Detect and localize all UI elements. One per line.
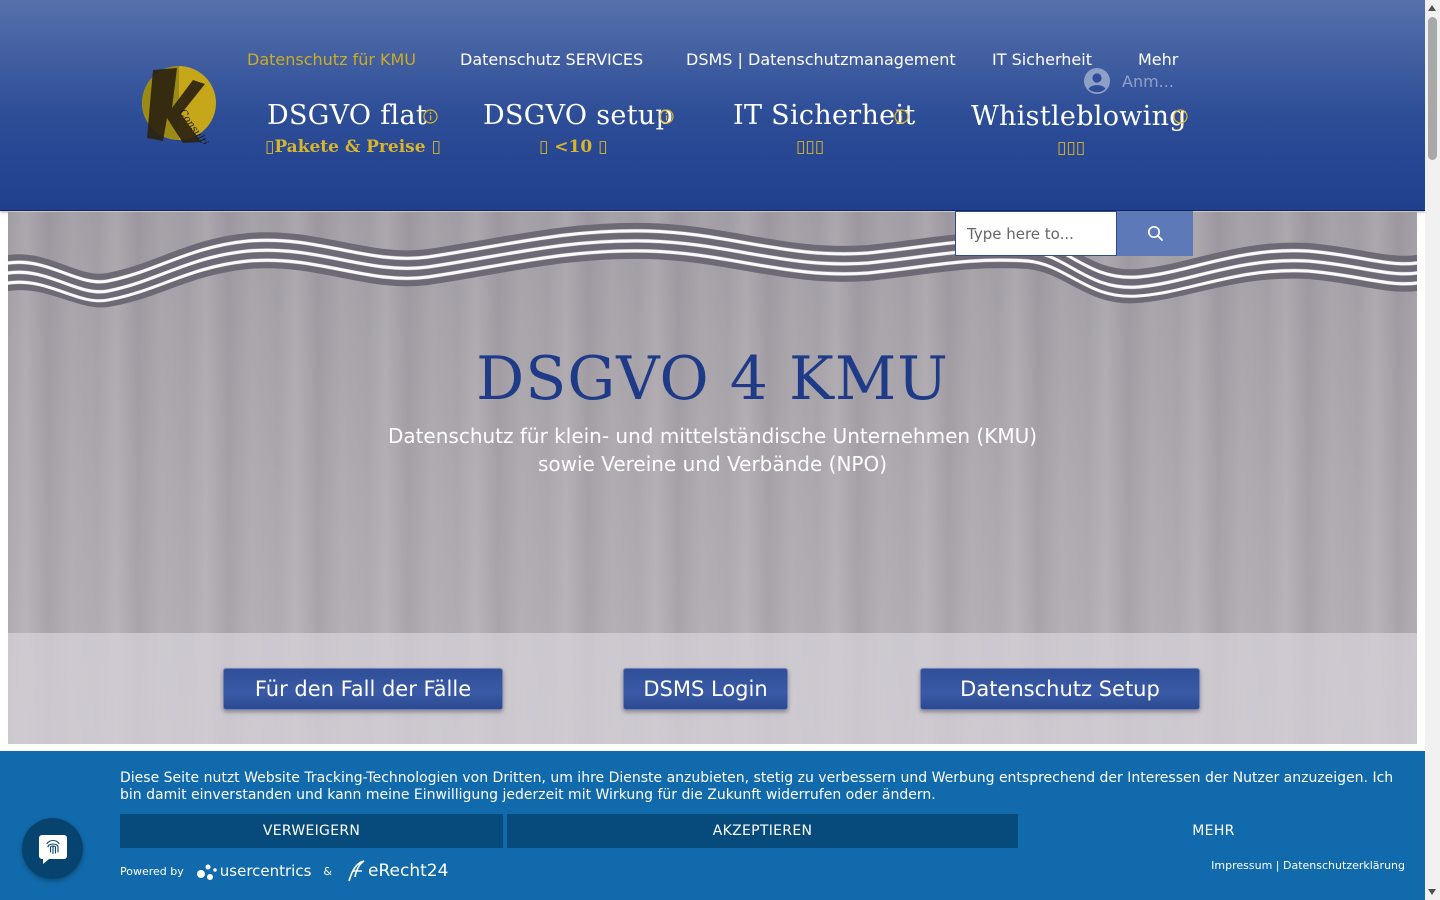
site-header: Consulting Datenschutz für KMU Datenschu… xyxy=(0,0,1425,211)
hero-subtitle-line1: Datenschutz für klein- und mittelständis… xyxy=(387,424,1038,448)
nav-item-datenschutz-services[interactable]: Datenschutz SERVICES xyxy=(460,50,643,69)
powered-by: Powered by usercentrics & eRecht24 xyxy=(120,859,448,883)
package-whistleblowing[interactable]: Whistleblowing ▯▯▯ xyxy=(969,100,1199,158)
privacy-settings-button[interactable] xyxy=(22,818,83,879)
package-title: IT Sicherheit xyxy=(733,100,916,131)
scroll-up-arrow-icon[interactable] xyxy=(1428,5,1436,11)
nav-item-datenschutz-kmu[interactable]: Datenschutz für KMU xyxy=(247,50,416,69)
hero-section: DSGVO 4 KMU Datenschutz für klein- und m… xyxy=(8,212,1417,744)
glyph-box-icon: ▯ xyxy=(598,137,608,157)
package-subtitle: ▯ <10 ▯ xyxy=(539,137,608,157)
glyph-box-icon: ▯ xyxy=(265,137,275,157)
scrollbar-thumb[interactable] xyxy=(1428,17,1437,160)
package-dsgvo-setup[interactable]: DSGVO setup ▯ <10 ▯ xyxy=(481,100,691,157)
powered-by-label: Powered by xyxy=(120,864,184,878)
cta-fall-der-faelle-button[interactable]: Für den Fall der Fälle xyxy=(223,668,503,710)
glyph-box-icon: ▯ xyxy=(539,137,549,157)
erecht24-logo[interactable]: eRecht24 xyxy=(346,859,448,883)
cookie-more-button[interactable]: MEHR xyxy=(1022,814,1405,848)
legal-links: Impressum | Datenschutzerklärung xyxy=(1211,859,1405,872)
erecht24-icon xyxy=(348,860,365,882)
usercentrics-icon xyxy=(196,864,217,880)
glyph-box-icon: ▯ xyxy=(431,137,441,157)
info-icon[interactable] xyxy=(894,109,909,124)
login-button[interactable]: Anm... xyxy=(1084,66,1174,96)
package-subtitle: ▯▯▯ xyxy=(731,137,921,157)
cookie-banner: Diese Seite nutzt Website Tracking-Techn… xyxy=(0,751,1425,900)
search-icon xyxy=(1147,225,1163,241)
cookie-text: Diese Seite nutzt Website Tracking-Techn… xyxy=(120,770,1394,803)
user-avatar-icon xyxy=(1084,68,1110,94)
package-subtitle: ▯▯▯ xyxy=(969,138,1199,158)
page: Consulting Datenschutz für KMU Datenschu… xyxy=(0,0,1440,900)
usercentrics-label: usercentrics xyxy=(219,862,312,880)
company-logo[interactable]: Consulting xyxy=(139,64,219,144)
nav-item-dsms[interactable]: DSMS | Datenschutzmanagement xyxy=(686,50,956,69)
nav-item-it-sicherheit[interactable]: IT Sicherheit xyxy=(992,50,1092,69)
package-subtitle: ▯Pakete & Preise ▯ xyxy=(265,137,441,157)
scroll-down-arrow-icon[interactable] xyxy=(1428,889,1436,895)
search-input[interactable] xyxy=(955,211,1117,256)
erecht24-label: eRecht24 xyxy=(368,861,449,881)
hero-subtitle-line2: sowie Vereine und Verbände (NPO) xyxy=(537,452,888,476)
decorative-waves xyxy=(8,222,1417,308)
package-title: Whistleblowing xyxy=(971,101,1187,132)
privacy-link[interactable]: Datenschutzerklärung xyxy=(1283,859,1405,872)
scrollbar[interactable] xyxy=(1425,0,1440,900)
login-label: Anm... xyxy=(1122,71,1174,91)
usercentrics-logo[interactable]: usercentrics xyxy=(196,860,312,882)
hero-title: DSGVO 4 KMU xyxy=(476,344,949,414)
fingerprint-chat-icon xyxy=(38,834,67,864)
cta-dsms-login-button[interactable]: DSMS Login xyxy=(623,668,788,710)
impressum-link[interactable]: Impressum xyxy=(1211,859,1272,872)
ampersand: & xyxy=(323,864,332,878)
info-icon[interactable] xyxy=(659,109,674,124)
search-button[interactable] xyxy=(1117,211,1193,256)
glyph-box-icon: ▯▯▯ xyxy=(1057,138,1086,158)
info-icon[interactable] xyxy=(1173,109,1188,124)
legal-separator: | xyxy=(1275,859,1280,872)
package-it-sicherheit[interactable]: IT Sicherheit ▯▯▯ xyxy=(731,100,921,157)
cookie-deny-button[interactable]: VERWEIGERN xyxy=(120,814,503,848)
search-bar xyxy=(955,211,1193,256)
package-dsgvo-flat[interactable]: DSGVO flat ▯Pakete & Preise ▯ xyxy=(265,100,455,157)
info-icon[interactable] xyxy=(423,109,438,124)
glyph-box-icon: ▯▯▯ xyxy=(796,137,825,157)
cta-datenschutz-setup-button[interactable]: Datenschutz Setup xyxy=(920,668,1200,710)
cookie-accept-button[interactable]: AKZEPTIEREN xyxy=(507,814,1018,848)
